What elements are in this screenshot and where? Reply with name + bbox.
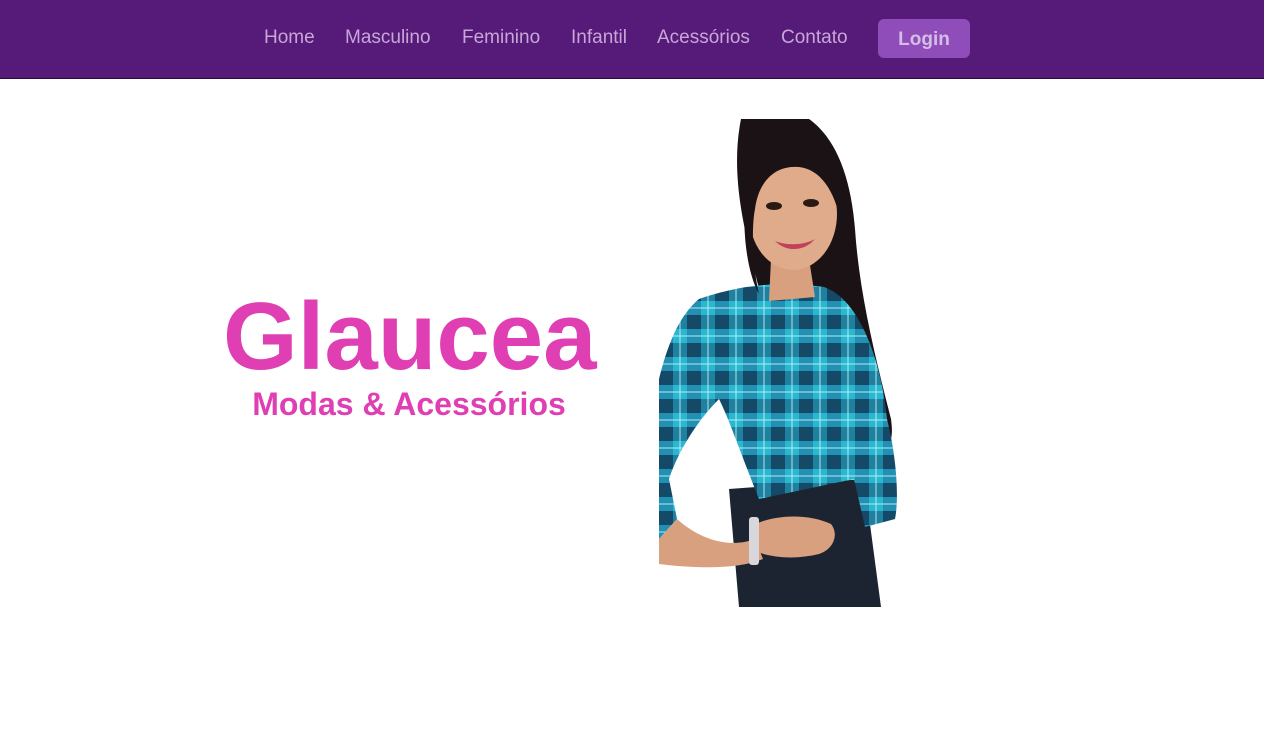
nav-contato-link[interactable]: Contato <box>781 27 848 49</box>
top-navigation-bar: Home Masculino Feminino Infantil Acessór… <box>0 0 1264 79</box>
brand-tagline: Modas & Acessórios <box>252 386 566 422</box>
nav-acessorios-link[interactable]: Acessórios <box>657 27 750 49</box>
brand-block: Glaucea Modas & Acessórios <box>223 283 597 423</box>
brand-name: Glaucea <box>223 283 597 390</box>
model-photo <box>659 119 901 607</box>
nav-feminino-link[interactable]: Feminino <box>462 27 540 49</box>
nav-masculino-link[interactable]: Masculino <box>345 27 431 49</box>
login-button[interactable]: Login <box>878 19 970 58</box>
nav-infantil-link[interactable]: Infantil <box>571 27 627 49</box>
nav-home-link[interactable]: Home <box>264 27 315 49</box>
